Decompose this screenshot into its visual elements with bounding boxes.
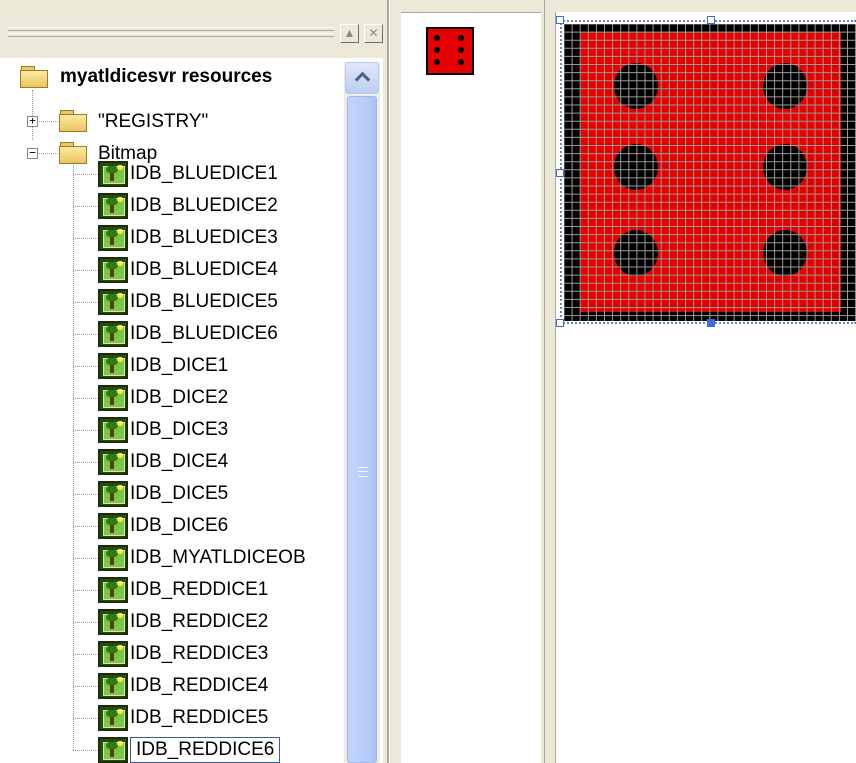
tree-item-label: IDB_MYATLDICEOB bbox=[130, 547, 306, 568]
resize-handle-top[interactable] bbox=[707, 16, 715, 24]
bitmap-resource-icon bbox=[98, 385, 128, 411]
tree-line bbox=[73, 302, 98, 303]
resize-handle-left[interactable] bbox=[556, 169, 564, 177]
scroll-up-button[interactable] bbox=[345, 62, 379, 94]
tree-line bbox=[73, 165, 74, 750]
tree-line bbox=[73, 622, 98, 623]
tree-item-label: IDB_DICE2 bbox=[130, 387, 229, 408]
preview-header bbox=[401, 0, 541, 13]
tree-item-label: IDB_BLUEDICE4 bbox=[130, 259, 278, 280]
tree-line bbox=[73, 750, 98, 751]
folder-open-icon bbox=[59, 142, 87, 164]
tree-root-label[interactable]: myatldicesvr resources bbox=[60, 64, 272, 90]
tree-item-label: IDB_BLUEDICE6 bbox=[130, 323, 278, 344]
tree-line bbox=[73, 462, 98, 463]
tree-item-label: IDB_REDDICE1 bbox=[130, 579, 269, 600]
bitmap-resource-icon bbox=[98, 481, 128, 507]
thumb-grip-icon bbox=[358, 467, 368, 477]
bitmap-resource-icon bbox=[98, 193, 128, 219]
bitmap-resource-icon bbox=[98, 353, 128, 379]
tree-line bbox=[73, 494, 98, 495]
tree-item-label: IDB_DICE1 bbox=[130, 355, 229, 376]
dice-pip bbox=[434, 47, 440, 53]
bitmap-pixel-grid[interactable] bbox=[564, 24, 856, 321]
tree-item-label: IDB_REDDICE2 bbox=[130, 611, 269, 632]
tree-item-label: IDB_REDDICE6 bbox=[130, 737, 281, 763]
bitmap-resource-icon bbox=[98, 289, 128, 315]
tree-item-label: IDB_BLUEDICE1 bbox=[130, 163, 278, 184]
bitmap-resource-icon bbox=[98, 673, 128, 699]
bitmap-resource-icon bbox=[98, 705, 128, 731]
pane-close-button[interactable]: ✕ bbox=[364, 24, 383, 43]
resize-handle-top-left[interactable] bbox=[556, 16, 564, 24]
tree-line bbox=[73, 718, 98, 719]
tree-line bbox=[73, 398, 98, 399]
tree-line bbox=[73, 430, 98, 431]
tree-line bbox=[73, 526, 98, 527]
tree-item-label: IDB_DICE3 bbox=[130, 419, 229, 440]
dice-pip bbox=[434, 59, 440, 65]
bitmap-resource-icon bbox=[98, 225, 128, 251]
dice-pip bbox=[763, 63, 807, 109]
bitmap-resource-icon bbox=[98, 257, 128, 283]
folder-closed-icon bbox=[59, 110, 87, 132]
tree-item-label: IDB_BLUEDICE2 bbox=[130, 195, 278, 216]
tree-line bbox=[73, 206, 98, 207]
resize-handle-bottom-left[interactable] bbox=[556, 319, 564, 327]
dice-pip bbox=[458, 47, 464, 53]
scroll-thumb[interactable] bbox=[347, 96, 377, 763]
bitmap-resource-icon bbox=[98, 449, 128, 475]
tree-item-label: IDB_BLUEDICE3 bbox=[130, 227, 278, 248]
tree-item-label: IDB_REDDICE5 bbox=[130, 707, 269, 728]
tree-item-label: IDB_BLUEDICE5 bbox=[130, 291, 278, 312]
folder-open-icon bbox=[20, 66, 48, 88]
bitmap-resource-icon bbox=[98, 641, 128, 667]
dice-pip bbox=[763, 230, 807, 276]
tree-line bbox=[73, 238, 98, 239]
bitmap-resource-icon bbox=[98, 513, 128, 539]
tree-line bbox=[73, 174, 98, 175]
tree-item-label: IDB_REDDICE4 bbox=[130, 675, 269, 696]
tree-item-label: IDB_DICE6 bbox=[130, 515, 229, 536]
tree-line bbox=[73, 366, 98, 367]
dice-pip bbox=[434, 35, 440, 41]
tree-folder-label[interactable]: "REGISTRY" bbox=[98, 109, 208, 135]
tree-item-label: IDB_DICE4 bbox=[130, 451, 229, 472]
tree-line bbox=[73, 654, 98, 655]
bitmap-resource-icon bbox=[98, 609, 128, 635]
bitmap-resource-icon bbox=[98, 321, 128, 347]
resource-view-pane: ▲ ✕ myatldicesvr resources + "REGISTRY" − Bi… bbox=[0, 0, 399, 763]
tree-item-label: IDB_DICE5 bbox=[130, 483, 229, 504]
bitmap-resource-icon bbox=[98, 161, 128, 187]
tree-line bbox=[73, 270, 98, 271]
bitmap-resource-icon bbox=[98, 545, 128, 571]
pane-minimize-button[interactable]: ▲ bbox=[340, 24, 359, 43]
bitmap-preview-pane bbox=[401, 0, 541, 763]
bitmap-resource-icon bbox=[98, 417, 128, 443]
bitmap-resource-icon bbox=[98, 737, 128, 763]
tree-item-label: IDB_REDDICE3 bbox=[130, 643, 269, 664]
expand-icon[interactable]: + bbox=[27, 115, 38, 127]
tree-line bbox=[73, 590, 98, 591]
bitmap-resource-icon bbox=[98, 577, 128, 603]
dice-pip bbox=[458, 59, 464, 65]
pane-titlebar: ▲ ✕ bbox=[0, 0, 399, 50]
dice-pip bbox=[763, 144, 807, 190]
tree-line bbox=[73, 686, 98, 687]
dice-thumbnail-preview bbox=[426, 27, 474, 75]
collapse-icon[interactable]: − bbox=[27, 147, 38, 159]
dice-pip bbox=[458, 35, 464, 41]
tree-line bbox=[73, 334, 98, 335]
titlebar-grip[interactable] bbox=[8, 27, 334, 31]
vertical-scrollbar[interactable] bbox=[344, 62, 380, 763]
resize-handle-bottom[interactable] bbox=[707, 319, 715, 327]
titlebar-grip[interactable] bbox=[8, 33, 334, 37]
pane-splitter[interactable] bbox=[383, 0, 399, 763]
tree-line bbox=[73, 558, 98, 559]
